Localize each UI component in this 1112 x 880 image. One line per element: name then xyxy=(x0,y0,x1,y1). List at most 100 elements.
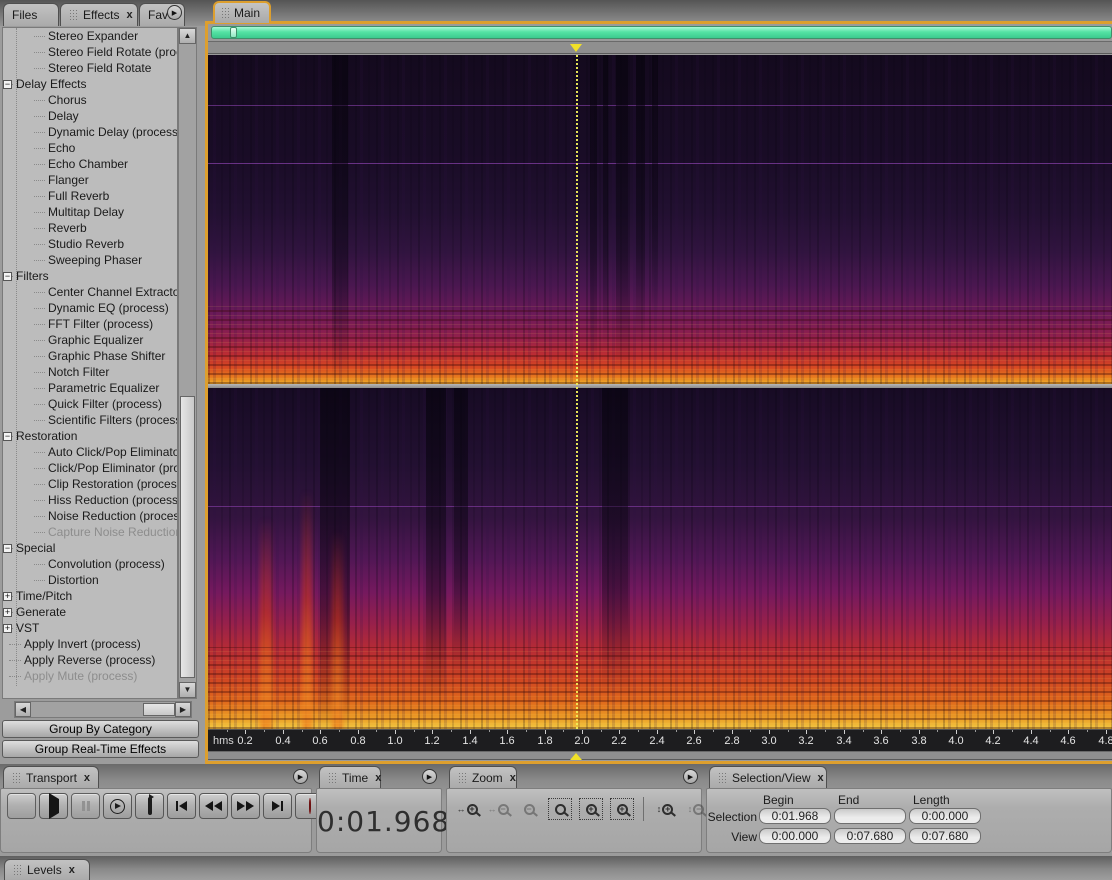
zoom-in-vertical-button[interactable]: ↕ + xyxy=(653,798,677,820)
tree-item[interactable]: + Time/Pitch xyxy=(3,588,177,604)
spectrogram-channel-2[interactable] xyxy=(208,388,1112,729)
tree-item[interactable]: Noise Reduction (process) xyxy=(3,508,177,524)
time-ruler[interactable]: hms 0.2 0.4 0.6 0.8 1.0 1.2 1.4 1.6 1.8 2.0 2.2 2.4… xyxy=(208,729,1112,751)
tab-levels[interactable]: Levels x xyxy=(4,859,90,880)
tree-item[interactable]: Dynamic EQ (process) xyxy=(3,300,177,316)
tree-item[interactable]: Flanger xyxy=(3,172,177,188)
tree-toggle-icon[interactable]: + xyxy=(3,591,12,601)
playhead-marker-bottom-icon[interactable] xyxy=(570,753,582,760)
tree-toggle-icon[interactable]: − xyxy=(3,543,12,553)
tree-item[interactable]: Graphic Phase Shifter xyxy=(3,348,177,364)
tree-item[interactable]: Chorus xyxy=(3,92,177,108)
scroll-left-button[interactable]: ◀ xyxy=(15,702,31,717)
tree-item[interactable]: Full Reverb xyxy=(3,188,177,204)
group-by-category-button[interactable]: Group By Category xyxy=(2,720,199,738)
panel-menu-button[interactable]: ▶ xyxy=(683,769,698,784)
tree-item[interactable]: Studio Reverb xyxy=(3,236,177,252)
horizontal-scroll-thumb[interactable] xyxy=(143,703,175,716)
close-icon[interactable]: x xyxy=(510,772,516,784)
tab-files[interactable]: Files xyxy=(3,3,59,26)
tree-item[interactable]: Multitap Delay xyxy=(3,204,177,220)
vertical-scroll-thumb[interactable] xyxy=(180,396,195,678)
zoom-to-selection-button[interactable] xyxy=(548,798,572,820)
tree-toggle-icon[interactable]: − xyxy=(3,431,12,441)
tab-transport[interactable]: Transport x xyxy=(3,766,99,788)
tab-effects[interactable]: Effects x xyxy=(60,3,138,26)
overview-scrollbar[interactable] xyxy=(211,26,1112,39)
close-icon[interactable]: x xyxy=(126,9,132,21)
tree-item[interactable]: Hiss Reduction (process) xyxy=(3,492,177,508)
tree-item[interactable]: Apply Reverse (process) xyxy=(3,652,177,668)
spectrogram-channel-1[interactable] xyxy=(208,55,1112,384)
tree-item[interactable]: Graphic Equalizer xyxy=(3,332,177,348)
tree-item[interactable]: Capture Noise Reduction Pro xyxy=(3,524,177,540)
tree-item[interactable]: Stereo Expander xyxy=(3,28,177,44)
selection-end-field[interactable] xyxy=(834,808,906,824)
zoom-out-horizontal-button[interactable]: ↔ − xyxy=(486,798,510,820)
tree-item[interactable]: Distortion xyxy=(3,572,177,588)
tree-item[interactable]: Scientific Filters (process) xyxy=(3,412,177,428)
close-icon[interactable]: x xyxy=(69,864,75,876)
scroll-down-button[interactable]: ▼ xyxy=(179,682,196,698)
view-begin-field[interactable]: 0:00.000 xyxy=(759,828,831,844)
rewind-button[interactable] xyxy=(199,793,228,819)
go-to-beginning-button[interactable] xyxy=(167,793,196,819)
tree-item[interactable]: Sweeping Phaser xyxy=(3,252,177,268)
close-icon[interactable]: x xyxy=(375,772,381,784)
pause-button[interactable] xyxy=(71,793,100,819)
overview-thumb-handle[interactable] xyxy=(230,27,237,38)
close-icon[interactable]: x xyxy=(84,772,90,784)
tree-item[interactable]: Delay xyxy=(3,108,177,124)
tree-item[interactable]: − Special xyxy=(3,540,177,556)
stop-button[interactable] xyxy=(7,793,36,819)
zoom-in-horizontal-button[interactable]: ↔ + xyxy=(455,798,479,820)
tree-toggle-icon[interactable]: − xyxy=(3,79,12,89)
tree-item[interactable]: Echo xyxy=(3,140,177,156)
tree-toggle-icon[interactable]: + xyxy=(3,607,12,617)
tree-item[interactable]: − Delay Effects xyxy=(3,76,177,92)
zoom-out-full-button[interactable]: − xyxy=(517,798,541,820)
view-end-field[interactable]: 0:07.680 xyxy=(834,828,906,844)
tree-item[interactable]: Auto Click/Pop Eliminator (pro xyxy=(3,444,177,460)
group-real-time-effects-button[interactable]: Group Real-Time Effects xyxy=(2,740,199,758)
tree-item[interactable]: + VST xyxy=(3,620,177,636)
tree-item[interactable]: − Restoration xyxy=(3,428,177,444)
fast-forward-button[interactable] xyxy=(231,793,260,819)
tree-item[interactable]: Stereo Field Rotate (process xyxy=(3,44,177,60)
playhead-cursor[interactable] xyxy=(576,55,578,729)
tree-item[interactable]: Dynamic Delay (process) xyxy=(3,124,177,140)
panel-menu-button[interactable]: ▶ xyxy=(422,769,437,784)
selection-begin-field[interactable]: 0:01.968 xyxy=(759,808,831,824)
play-from-cursor-button[interactable] xyxy=(103,793,132,819)
bottom-marker-strip[interactable] xyxy=(208,751,1112,760)
tree-item[interactable]: − Filters xyxy=(3,268,177,284)
play-looped-button[interactable] xyxy=(135,793,164,819)
zoom-in-right-edge-button[interactable]: + xyxy=(610,798,634,820)
top-marker-strip[interactable] xyxy=(208,41,1112,54)
close-icon[interactable]: x xyxy=(818,772,824,784)
tab-selection-view[interactable]: Selection/View x xyxy=(709,766,827,788)
tree-item[interactable]: Click/Pop Eliminator (process xyxy=(3,460,177,476)
zoom-in-left-edge-button[interactable]: + xyxy=(579,798,603,820)
tree-horizontal-scrollbar[interactable]: ◀ ▶ xyxy=(14,701,192,718)
panel-menu-button[interactable]: ▶ xyxy=(167,5,182,20)
tree-toggle-icon[interactable]: + xyxy=(3,623,12,633)
tree-item[interactable]: Reverb xyxy=(3,220,177,236)
tab-zoom[interactable]: Zoom x xyxy=(449,766,517,788)
tab-main[interactable]: Main xyxy=(213,1,271,23)
scroll-right-button[interactable]: ▶ xyxy=(175,702,191,717)
tree-toggle-icon[interactable]: − xyxy=(3,271,12,281)
tree-item[interactable]: Echo Chamber xyxy=(3,156,177,172)
tree-item[interactable]: Parametric Equalizer xyxy=(3,380,177,396)
panel-menu-button[interactable]: ▶ xyxy=(293,769,308,784)
go-to-end-button[interactable] xyxy=(263,793,292,819)
tree-item[interactable]: Convolution (process) xyxy=(3,556,177,572)
scroll-up-button[interactable]: ▲ xyxy=(179,28,196,44)
tree-item[interactable]: FFT Filter (process) xyxy=(3,316,177,332)
view-length-field[interactable]: 0:07.680 xyxy=(909,828,981,844)
tree-item[interactable]: Apply Mute (process) xyxy=(3,668,177,684)
selection-length-field[interactable]: 0:00.000 xyxy=(909,808,981,824)
playhead-marker-top-icon[interactable] xyxy=(570,44,582,52)
tree-item[interactable]: Stereo Field Rotate xyxy=(3,60,177,76)
tree-vertical-scrollbar[interactable]: ▲ ▼ xyxy=(178,27,197,699)
